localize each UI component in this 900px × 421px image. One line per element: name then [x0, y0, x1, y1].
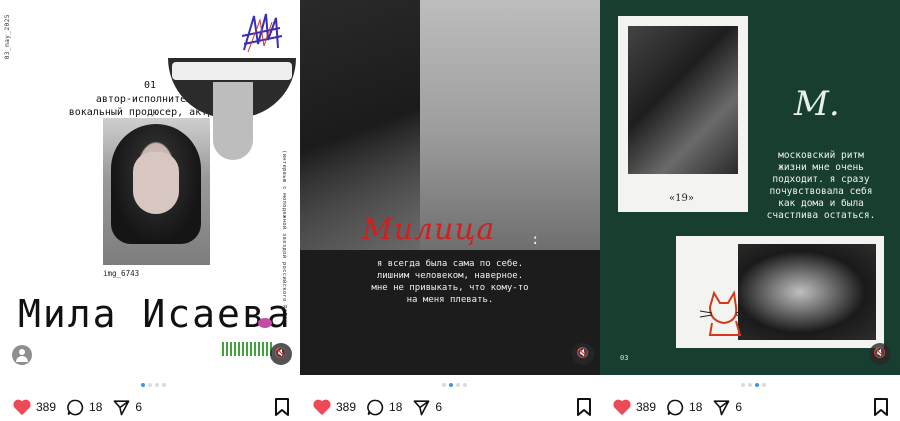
- grass-doodle: [222, 342, 274, 356]
- carousel-dot: [449, 383, 453, 387]
- carousel-dots: [442, 383, 467, 387]
- post-1-media[interactable]: 03_may_2025 01 автор-исполнитель, вокаль…: [0, 0, 300, 375]
- m-logo: M.: [794, 84, 840, 124]
- carousel-dot: [755, 383, 759, 387]
- share-icon: [413, 399, 430, 415]
- carousel-dot: [762, 383, 766, 387]
- like-count: 389: [336, 400, 357, 414]
- heart-icon: [313, 399, 331, 416]
- quote-line: мне не привыкать, что кому-то: [371, 283, 529, 293]
- avatar-icon[interactable]: [12, 345, 32, 365]
- carousel-dot: [463, 383, 467, 387]
- comment-button[interactable]: 18: [66, 398, 102, 417]
- carousel-dot: [162, 383, 166, 387]
- quote-line: на меня плевать.: [406, 295, 494, 305]
- carousel-dots: [741, 383, 766, 387]
- avatar-head: [19, 349, 25, 355]
- comment-count: 18: [389, 400, 403, 414]
- mute-icon[interactable]: 🔇: [869, 343, 891, 365]
- scribble-decoration: [241, 13, 283, 53]
- quote-line: московский ритм: [778, 150, 864, 161]
- hands-photo: [628, 26, 738, 174]
- title-colon: :: [531, 232, 540, 248]
- share-button[interactable]: 6: [412, 398, 442, 417]
- like-count: 389: [36, 400, 57, 414]
- carousel-dot: [148, 383, 152, 387]
- teeth-shape: [172, 62, 292, 80]
- quote-line: как дома и была: [778, 198, 864, 209]
- post-2: [300, 0, 600, 421]
- carousel-dot: [141, 383, 145, 387]
- mute-icon[interactable]: 🔇: [572, 343, 594, 365]
- share-icon: [713, 399, 730, 415]
- milica-title: Милица: [362, 212, 496, 247]
- portrait-photo: [738, 244, 876, 340]
- person-name: Мила Исаева: [18, 292, 292, 336]
- carousel-dot: [155, 383, 159, 387]
- comment-count: 18: [689, 400, 703, 414]
- bookmark-icon[interactable]: [274, 398, 290, 416]
- quote-line: подходит. я сразу: [772, 174, 870, 185]
- comment-button[interactable]: 18: [666, 398, 702, 417]
- like-count: 389: [636, 400, 657, 414]
- share-count: 6: [435, 400, 443, 414]
- share-icon: [113, 399, 130, 415]
- comment-icon: [367, 399, 384, 415]
- share-count: 6: [735, 400, 743, 414]
- quote-text: московский ритм жизни мне очень подходит…: [754, 150, 888, 222]
- carousel-dot: [456, 383, 460, 387]
- like-button[interactable]: 389: [12, 398, 56, 416]
- post-2-media[interactable]: [300, 0, 600, 375]
- quote-line: жизни мне очень: [778, 162, 864, 173]
- avatar-body: [16, 356, 28, 362]
- like-button[interactable]: 389: [612, 398, 656, 416]
- share-button[interactable]: 6: [112, 398, 142, 417]
- comment-button[interactable]: 18: [366, 398, 402, 417]
- face-shape: [133, 152, 179, 214]
- heart-icon: [613, 399, 631, 416]
- tongue-shape: [213, 82, 253, 160]
- portrait-photo: [103, 118, 210, 265]
- polaroid-label: «19»: [669, 193, 694, 204]
- post-2-actions: 389 18 6: [312, 396, 452, 418]
- comment-icon: [67, 399, 84, 415]
- quote-text: я всегда была сама по себе. лишним челов…: [350, 258, 550, 306]
- cat-doodle: [699, 290, 751, 336]
- share-count: 6: [135, 400, 143, 414]
- comment-count: 18: [89, 400, 103, 414]
- post-1-actions: 389 18 6: [12, 396, 152, 418]
- post-3-actions: 389 18 6: [612, 396, 752, 418]
- quote-line: я всегда была сама по себе.: [376, 259, 524, 269]
- carousel-dots: [141, 383, 166, 387]
- post-number: 03: [620, 354, 629, 362]
- bookmark-icon[interactable]: [873, 398, 889, 416]
- bookmark-icon[interactable]: [576, 398, 592, 416]
- share-button[interactable]: 6: [712, 398, 742, 417]
- quote-line: почувствовала себя: [769, 186, 873, 197]
- polaroid-hands: [618, 16, 748, 212]
- comment-icon: [667, 399, 684, 415]
- like-button[interactable]: 389: [312, 398, 356, 416]
- heart-icon: [13, 399, 31, 416]
- quote-line: лишним человеком, наверное.: [376, 271, 524, 281]
- flower-doodle: [258, 318, 272, 328]
- mute-icon[interactable]: 🔇: [270, 343, 292, 365]
- post-date: 03_may_2025: [4, 14, 11, 60]
- carousel-dot: [442, 383, 446, 387]
- carousel-dot: [748, 383, 752, 387]
- photo-caption: img_6743: [103, 269, 140, 278]
- quote-line: счастлива остаться.: [766, 210, 876, 221]
- carousel-dot: [741, 383, 745, 387]
